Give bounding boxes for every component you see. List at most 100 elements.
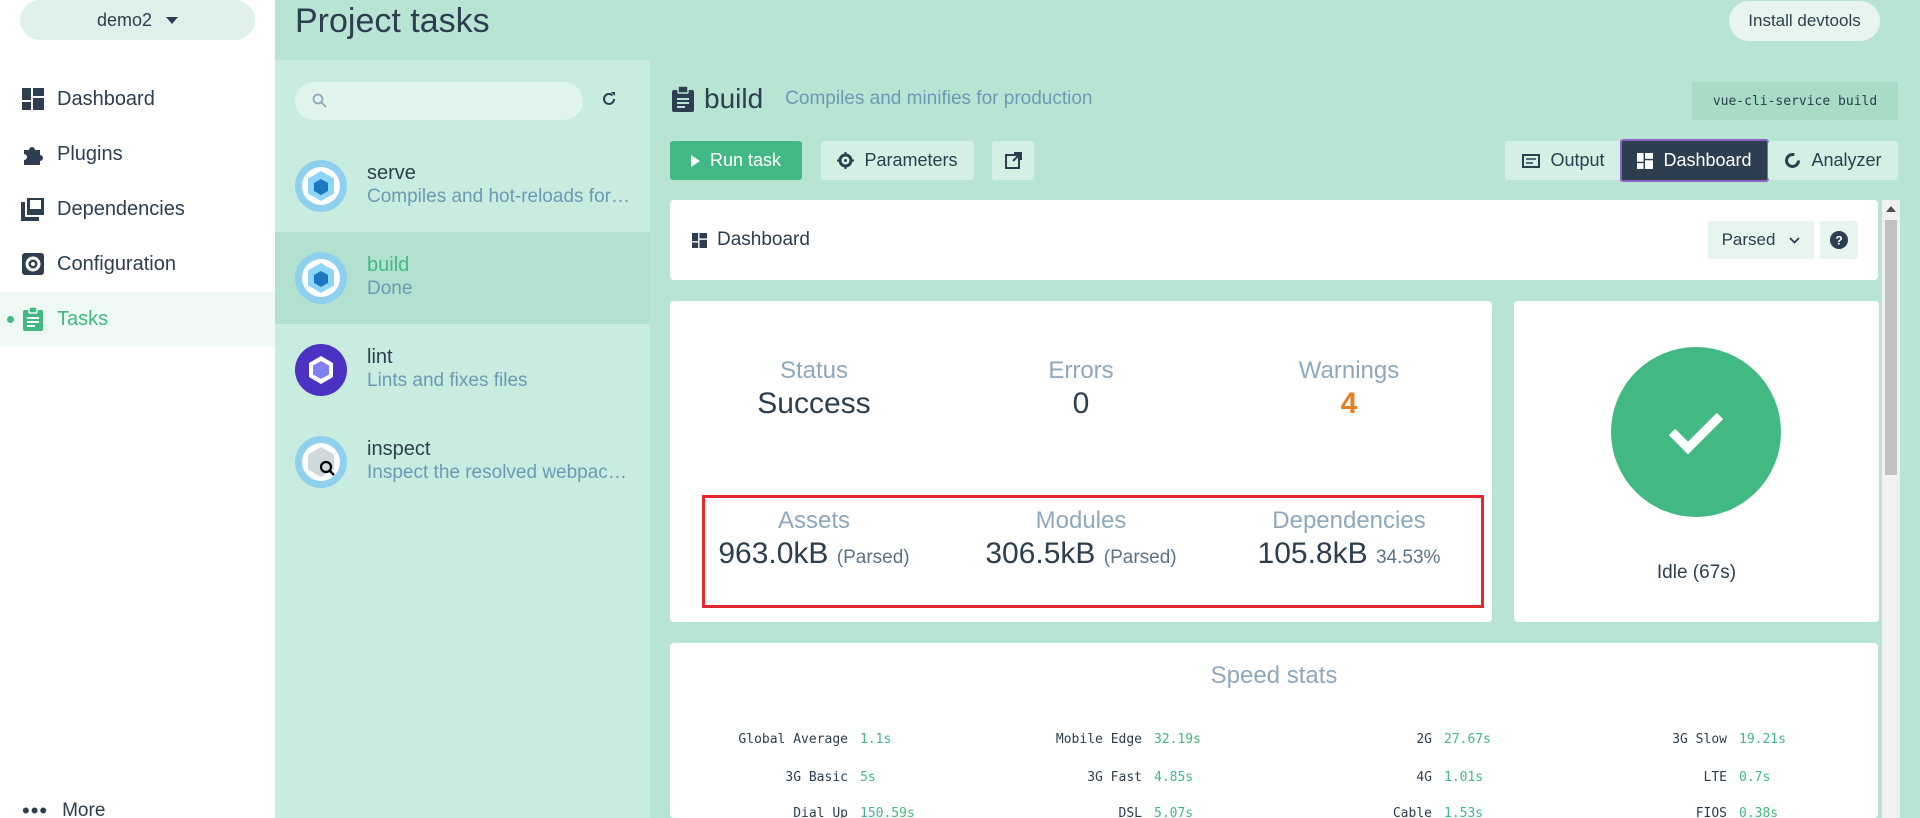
webpack-icon bbox=[295, 160, 347, 212]
task-subtitle: Compiles and minifies for production bbox=[785, 88, 1093, 109]
speed-row-item: Dial Up 150.59s bbox=[700, 806, 915, 818]
dashboard-header: Dashboard bbox=[670, 200, 1878, 280]
open-external-button[interactable] bbox=[992, 141, 1034, 180]
task-item-inspect[interactable]: inspect Inspect the resolved webpack con… bbox=[275, 416, 650, 508]
puzzle-icon bbox=[21, 142, 45, 166]
webpack-icon bbox=[295, 252, 347, 304]
task-description: Lints and fixes files bbox=[367, 370, 528, 391]
speed-name: 2G bbox=[1416, 732, 1432, 747]
speed-stats-title: Speed stats bbox=[1210, 662, 1338, 689]
gear-icon bbox=[21, 252, 45, 276]
speed-time: 19.21s bbox=[1739, 732, 1786, 747]
size-mode-select[interactable]: Parsed bbox=[1708, 221, 1814, 259]
parameters-label: Parameters bbox=[864, 150, 958, 170]
project-name: demo2 bbox=[96, 9, 153, 30]
task-name: inspect bbox=[367, 438, 431, 460]
stat-label: Errors bbox=[1048, 357, 1114, 384]
speed-time: 0.7s bbox=[1739, 770, 1771, 785]
sidebar-item-dependencies[interactable]: Dependencies bbox=[0, 182, 275, 236]
speed-time: 1.01s bbox=[1444, 770, 1484, 785]
speed-row-item: LTE 0.7s bbox=[1620, 770, 1771, 785]
speed-row-item: Global Average 1.1s bbox=[700, 732, 891, 747]
more-label: More bbox=[62, 800, 106, 818]
speed-row-item: 3G Slow 19.21s bbox=[1620, 732, 1786, 747]
help-icon: ? bbox=[1830, 231, 1848, 249]
scroll-up-arrow-icon[interactable] bbox=[1886, 206, 1896, 212]
speed-time: 5.07s bbox=[1154, 806, 1194, 818]
parameters-button[interactable]: Parameters bbox=[821, 141, 974, 180]
stat-status: Status Success bbox=[694, 357, 934, 421]
sidebar-item-label: Dependencies bbox=[57, 197, 185, 220]
tab-dashboard[interactable]: Dashboard bbox=[1620, 139, 1769, 182]
install-devtools-button[interactable]: Install devtools bbox=[1729, 1, 1880, 41]
task-item-serve[interactable]: serve Compiles and hot-reloads for devel… bbox=[275, 140, 650, 232]
task-description: Compiles and hot-reloads for development bbox=[367, 186, 632, 207]
stat-label: Status bbox=[779, 357, 849, 384]
page-title: Project tasks bbox=[295, 2, 490, 40]
sidebar-item-label: Tasks bbox=[57, 307, 109, 330]
speed-name: FIOS bbox=[1695, 806, 1727, 818]
run-task-label: Run task bbox=[709, 150, 782, 170]
speed-time: 5s bbox=[860, 770, 876, 785]
clipboard-icon bbox=[21, 307, 45, 331]
scrollbar[interactable] bbox=[1882, 200, 1900, 818]
chevron-down-icon bbox=[166, 16, 179, 24]
search-icon bbox=[312, 93, 327, 108]
speed-time: 27.67s bbox=[1444, 732, 1491, 747]
tab-analyzer[interactable]: Analyzer bbox=[1768, 141, 1898, 180]
sidebar-item-label: Plugins bbox=[57, 142, 123, 165]
clipboard-icon bbox=[672, 86, 694, 112]
speed-time: 1.1s bbox=[860, 732, 892, 747]
refresh-icon[interactable] bbox=[600, 90, 618, 108]
task-header: build Compiles and minifies for producti… bbox=[672, 83, 1092, 115]
scrollbar-thumb[interactable] bbox=[1885, 220, 1897, 475]
project-selector[interactable]: demo2 bbox=[20, 0, 255, 40]
more-button[interactable]: ••• More bbox=[22, 798, 105, 818]
size-mode-value: Parsed bbox=[1721, 230, 1776, 249]
task-name: build bbox=[367, 254, 410, 276]
sidebar-item-configuration[interactable]: Configuration bbox=[0, 237, 275, 291]
page-header bbox=[275, 0, 1920, 60]
task-command: vue-cli-service build bbox=[1692, 82, 1898, 120]
speed-row-item: 4G 1.01s bbox=[1330, 770, 1483, 785]
sidebar-item-tasks[interactable]: Tasks bbox=[0, 292, 275, 346]
stat-value: 0 bbox=[1072, 387, 1090, 420]
tab-dashboard-label: Dashboard bbox=[1663, 150, 1752, 170]
speed-row-item: 3G Fast 4.85s bbox=[1017, 770, 1193, 785]
sidebar-item-label: Dashboard bbox=[57, 87, 155, 110]
highlight-box bbox=[702, 495, 1484, 608]
speed-name: 3G Slow bbox=[1672, 732, 1727, 747]
run-task-button[interactable]: Run task bbox=[670, 141, 802, 180]
dashboard-title: Dashboard bbox=[717, 229, 810, 250]
sidebar-item-plugins[interactable]: Plugins bbox=[0, 127, 275, 181]
donut-chart-icon bbox=[1785, 153, 1801, 168]
speed-row-item: 3G Basic 5s bbox=[700, 770, 876, 785]
help-button[interactable]: ? bbox=[1820, 221, 1858, 259]
stat-value: 4 bbox=[1340, 387, 1358, 420]
stat-label: Warnings bbox=[1298, 357, 1400, 384]
sidebar-item-dashboard[interactable]: Dashboard bbox=[0, 72, 275, 126]
speed-name: Cable bbox=[1392, 806, 1432, 818]
task-description: Inspect the resolved webpack config bbox=[367, 462, 632, 483]
task-item-lint[interactable]: lint Lints and fixes files bbox=[275, 324, 650, 416]
gear-icon bbox=[837, 152, 855, 169]
chevron-down-icon bbox=[1789, 236, 1801, 244]
sidebar-item-label: Configuration bbox=[57, 252, 176, 275]
stat-errors: Errors 0 bbox=[961, 357, 1201, 421]
speed-time: 0.38s bbox=[1739, 806, 1779, 818]
task-item-build[interactable]: build Done bbox=[275, 232, 650, 324]
search-input[interactable] bbox=[295, 82, 583, 120]
task-name: lint bbox=[367, 346, 393, 368]
speed-time: 32.19s bbox=[1154, 732, 1201, 747]
tab-output[interactable]: Output bbox=[1505, 141, 1622, 180]
stat-warnings: Warnings 4 bbox=[1229, 357, 1469, 421]
speed-row-item: FIOS 0.38s bbox=[1620, 806, 1778, 818]
success-check-icon bbox=[1611, 347, 1781, 517]
vue-ui-root: demo2 Dashboard Plugins Dependencies Con… bbox=[0, 0, 1920, 818]
speed-name: LTE bbox=[1703, 770, 1727, 785]
speed-name: Dial Up bbox=[793, 806, 848, 818]
library-icon bbox=[21, 197, 45, 221]
dashboard-icon bbox=[1637, 152, 1654, 169]
play-icon bbox=[690, 154, 700, 167]
tab-output-label: Output bbox=[1550, 150, 1605, 170]
